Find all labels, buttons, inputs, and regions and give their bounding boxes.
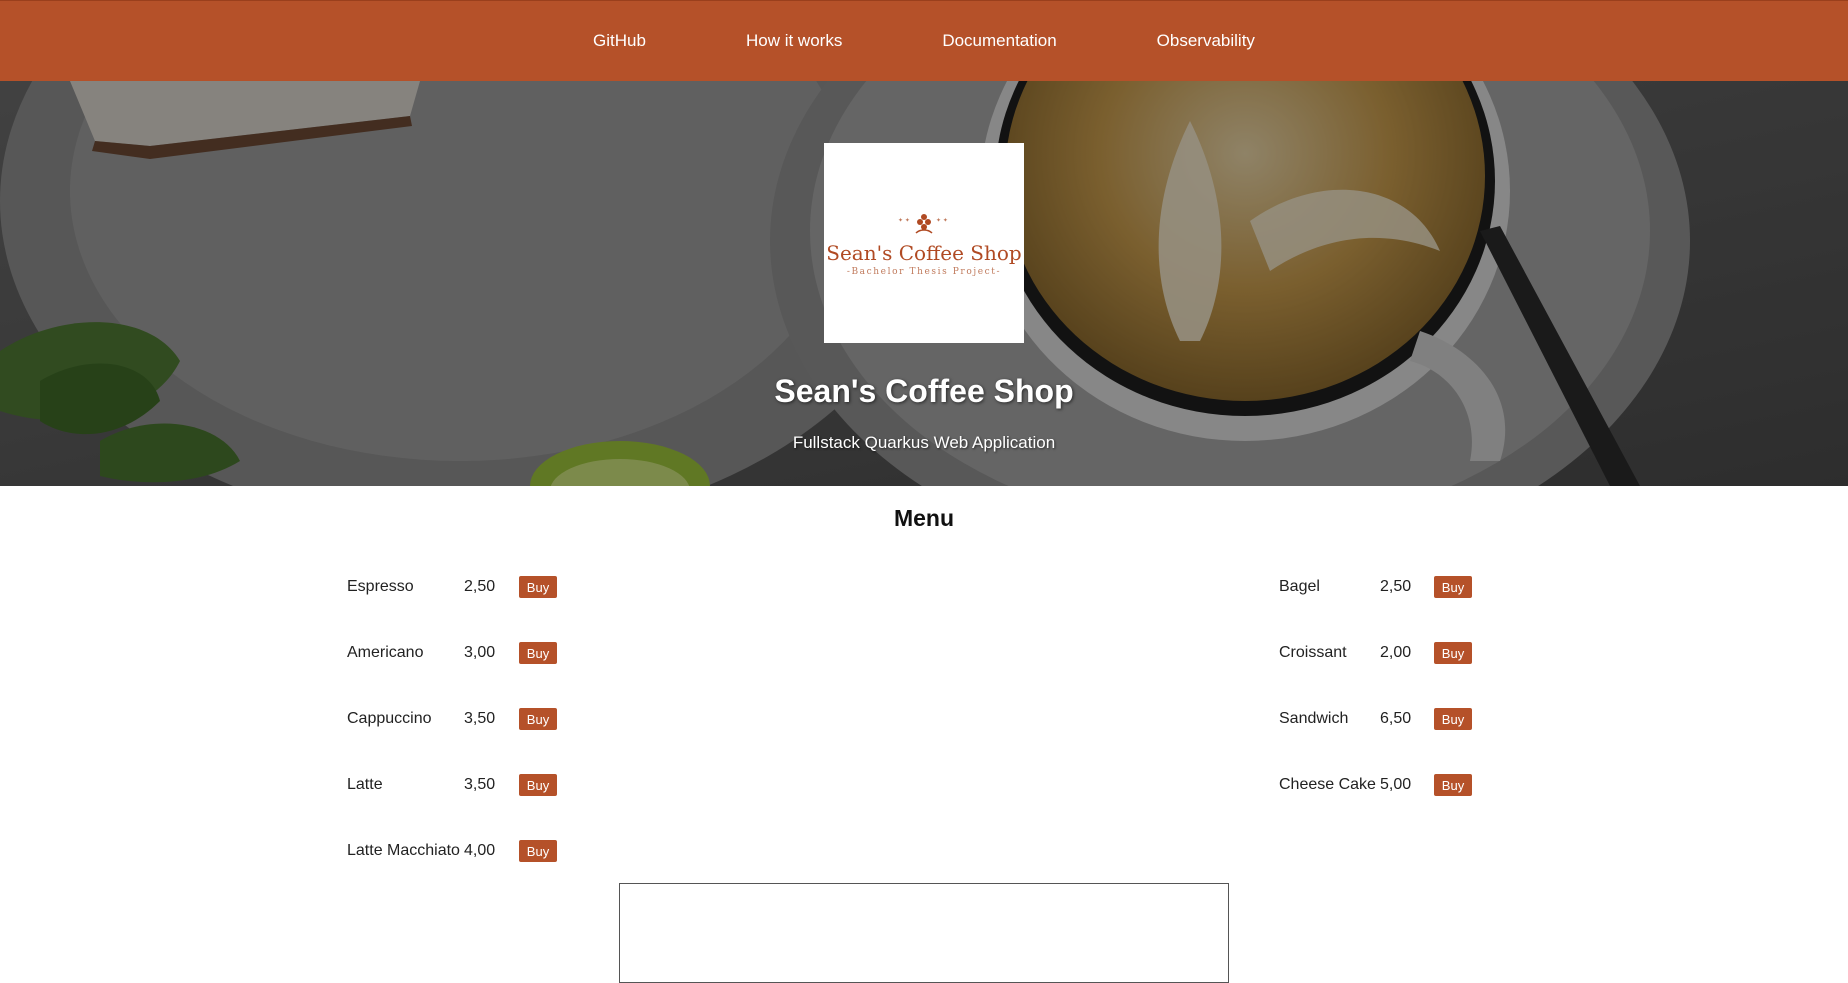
top-navbar: GitHub How it works Documentation Observ… xyxy=(0,0,1848,81)
nav-link-how-it-works[interactable]: How it works xyxy=(746,31,842,51)
menu-item-name: Espresso xyxy=(347,578,414,595)
order-summary-box[interactable] xyxy=(619,883,1229,983)
hero-title: Sean's Coffee Shop xyxy=(774,373,1074,409)
buy-button-latte[interactable]: Buy xyxy=(519,774,557,796)
svg-text:✦ ✦: ✦ ✦ xyxy=(898,217,910,224)
coffee-branch-icon: ✦ ✦ ✦ ✦ xyxy=(898,214,948,234)
menu-item-name: Cheese Cake xyxy=(1279,776,1376,793)
menu-item-price: 2,00 xyxy=(1380,644,1412,661)
nav-link-documentation[interactable]: Documentation xyxy=(942,31,1056,51)
buy-button-americano[interactable]: Buy xyxy=(519,642,557,664)
menu-item-price: 5,00 xyxy=(1380,776,1412,793)
menu-item-price: 3,50 xyxy=(464,776,496,793)
buy-button-cappuccino[interactable]: Buy xyxy=(519,708,557,730)
menu-item-name: Latte xyxy=(347,776,383,793)
logo-name-text: Sean's Coffee Shop xyxy=(826,241,1022,265)
buy-button-sandwich[interactable]: Buy xyxy=(1434,708,1472,730)
menu-item-price: 3,00 xyxy=(464,644,496,661)
buy-button-croissant[interactable]: Buy xyxy=(1434,642,1472,664)
nav-link-github[interactable]: GitHub xyxy=(593,31,646,51)
menu-item-name: Latte Macchiato xyxy=(347,842,460,859)
buy-button-latte-macchiato[interactable]: Buy xyxy=(519,840,557,862)
hero-subtitle: Fullstack Quarkus Web Application xyxy=(792,433,1056,452)
shop-logo: ✦ ✦ ✦ ✦ Sean's Coffee Shop -Bachelor The… xyxy=(824,143,1024,343)
svg-text:✦ ✦: ✦ ✦ xyxy=(936,217,948,224)
menu-item-price: 6,50 xyxy=(1380,710,1412,727)
hero-banner: ✦ ✦ ✦ ✦ Sean's Coffee Shop -Bachelor The… xyxy=(0,81,1848,486)
logo-subtitle-text: -Bachelor Thesis Project- xyxy=(846,267,1002,277)
menu-item-name: Sandwich xyxy=(1279,710,1349,727)
menu-heading: Menu xyxy=(893,505,955,531)
buy-button-cheese-cake[interactable]: Buy xyxy=(1434,774,1472,796)
nav-link-observability[interactable]: Observability xyxy=(1157,31,1255,51)
menu-item-name: Cappuccino xyxy=(347,710,432,727)
buy-button-espresso[interactable]: Buy xyxy=(519,576,557,598)
menu-item-name: Croissant xyxy=(1279,644,1347,661)
menu-item-price: 3,50 xyxy=(464,710,496,727)
menu-item-price: 2,50 xyxy=(464,578,496,595)
buy-button-bagel[interactable]: Buy xyxy=(1434,576,1472,598)
menu-item-price: 4,00 xyxy=(464,842,496,859)
menu-item-name: Bagel xyxy=(1279,578,1320,595)
menu-item-name: Americano xyxy=(347,644,424,661)
menu-item-price: 2,50 xyxy=(1380,578,1412,595)
